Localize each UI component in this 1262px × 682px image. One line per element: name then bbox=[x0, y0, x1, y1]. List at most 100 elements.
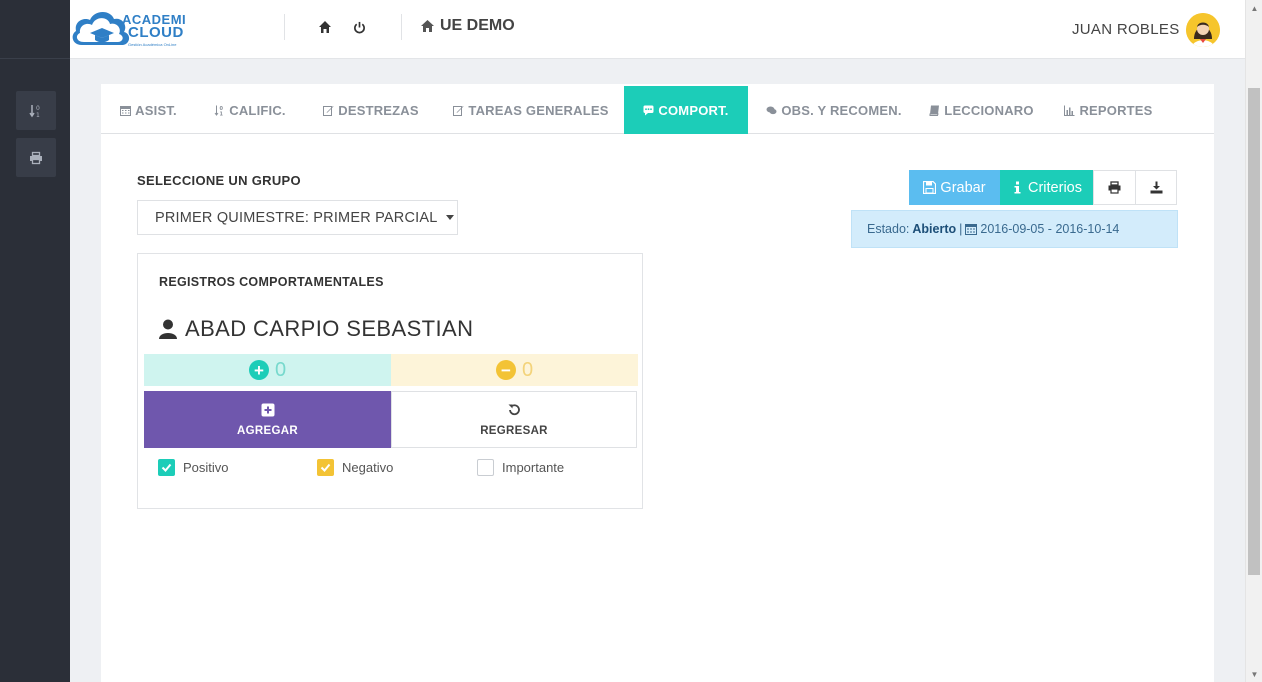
group-select-label: SELECCIONE UN GRUPO bbox=[137, 173, 301, 188]
action-toolbar: Grabar Criterios bbox=[909, 170, 1177, 205]
book-icon bbox=[929, 105, 940, 116]
tab-leccionario[interactable]: LECCIONARO bbox=[920, 86, 1043, 134]
info-icon bbox=[1014, 181, 1021, 194]
checkbox-importante[interactable]: Importante bbox=[477, 459, 564, 476]
checkbox-negativo[interactable]: Negativo bbox=[317, 459, 393, 476]
home-icon bbox=[319, 21, 331, 33]
svg-text:1: 1 bbox=[220, 111, 224, 116]
checkbox-label: Positivo bbox=[183, 460, 229, 475]
tab-label: COMPORT. bbox=[658, 102, 729, 118]
power-icon bbox=[353, 21, 365, 33]
edit-icon bbox=[323, 105, 334, 116]
tab-label: TAREAS GENERALES bbox=[468, 102, 609, 118]
scrollbar-thumb[interactable] bbox=[1248, 88, 1260, 575]
caret-down-icon bbox=[446, 215, 455, 220]
user-name[interactable]: JUAN ROBLES bbox=[1072, 21, 1180, 38]
undo-icon bbox=[508, 403, 520, 415]
sidebar-top bbox=[0, 0, 70, 59]
comments-icon bbox=[766, 106, 777, 114]
minus-circle-icon: − bbox=[495, 360, 516, 380]
sort-numeric-button[interactable]: 01 bbox=[16, 91, 56, 130]
comment-icon bbox=[643, 105, 654, 115]
scroll-up-arrow-icon[interactable]: ▲ bbox=[1246, 0, 1262, 16]
user-avatar[interactable] bbox=[1186, 13, 1220, 47]
plus-circle-icon: + bbox=[248, 360, 269, 380]
tab-tareas-generales[interactable]: TAREAS GENERALES bbox=[438, 86, 624, 134]
scroll-down-arrow-icon[interactable]: ▼ bbox=[1246, 666, 1262, 682]
tab-destrezas[interactable]: DESTREZAS bbox=[304, 86, 438, 134]
tab-comportamiento[interactable]: COMPORT. bbox=[624, 86, 748, 134]
negative-count-value: 0 bbox=[521, 358, 534, 381]
print-icon bbox=[1108, 181, 1121, 194]
tab-label: ASIST. bbox=[135, 102, 177, 118]
academicloud-logo[interactable]: ACADEMI CLOUD Gestión Académica OnLine bbox=[70, 5, 195, 51]
criteria-button[interactable]: Criterios bbox=[1000, 170, 1093, 205]
header-divider bbox=[401, 14, 402, 40]
status-banner: Estado: Abierto | 2016-09-05 - 2016-10-1… bbox=[851, 210, 1178, 248]
checkbox-unchecked[interactable] bbox=[477, 459, 494, 476]
status-value: Abierto bbox=[912, 222, 957, 236]
tab-label: REPORTES bbox=[1079, 102, 1153, 118]
save-button-label: Grabar bbox=[940, 179, 986, 196]
back-button-label: REGRESAR bbox=[480, 424, 548, 437]
tab-label: CALIFIC. bbox=[229, 102, 286, 118]
school-label: UE DEMO bbox=[440, 17, 515, 34]
save-button[interactable]: Grabar bbox=[909, 170, 1000, 205]
tab-label: LECCIONARO bbox=[944, 102, 1034, 118]
print-button[interactable] bbox=[1093, 170, 1135, 205]
avatar-icon bbox=[1186, 13, 1220, 47]
tab-reportes[interactable]: REPORTES bbox=[1043, 86, 1174, 134]
school-name[interactable]: UE DEMO bbox=[420, 17, 515, 35]
registros-title: REGISTROS COMPORTAMENTALES bbox=[159, 275, 384, 289]
print-button[interactable] bbox=[16, 138, 56, 177]
sort-numeric-icon: 01 bbox=[29, 104, 40, 118]
top-header: ACADEMI CLOUD Gestión Académica OnLine U… bbox=[70, 0, 1245, 59]
logo-text-cloud: CLOUD bbox=[128, 24, 184, 41]
positive-count-value: 0 bbox=[274, 358, 287, 381]
header-divider bbox=[284, 14, 285, 40]
checkbox-checked[interactable] bbox=[317, 459, 334, 476]
negative-count: − 0 bbox=[391, 354, 638, 386]
checkbox-positivo[interactable]: Positivo bbox=[158, 459, 229, 476]
tab-bar: ASIST. 01 CALIFIC. DESTREZAS TAREAS GENE… bbox=[101, 86, 1214, 134]
left-sidebar: 01 bbox=[0, 0, 70, 682]
add-button[interactable]: AGREGAR bbox=[144, 391, 391, 448]
registros-panel: REGISTROS COMPORTAMENTALES ABAD CARPIO S… bbox=[137, 253, 643, 509]
user-icon bbox=[159, 319, 177, 339]
home-icon bbox=[421, 20, 434, 32]
back-button[interactable]: REGRESAR bbox=[391, 391, 637, 448]
student-name: ABAD CARPIO SEBASTIAN bbox=[159, 316, 473, 342]
calendar-icon bbox=[120, 105, 132, 116]
tab-asistencia[interactable]: ASIST. bbox=[101, 86, 196, 134]
check-icon bbox=[320, 463, 331, 472]
download-icon bbox=[1150, 181, 1162, 194]
plus-square-icon bbox=[261, 403, 274, 416]
status-prefix: Estado: bbox=[867, 222, 910, 236]
group-select[interactable]: PRIMER QUIMESTRE: PRIMER PARCIAL bbox=[137, 200, 458, 235]
sort-numeric-icon: 01 bbox=[214, 105, 224, 116]
checkbox-label: Negativo bbox=[342, 460, 394, 475]
vertical-scrollbar[interactable]: ▲ ▼ bbox=[1245, 0, 1262, 682]
edit-icon bbox=[453, 105, 464, 116]
main-card: ASIST. 01 CALIFIC. DESTREZAS TAREAS GENE… bbox=[101, 84, 1214, 682]
tab-calificaciones[interactable]: 01 CALIFIC. bbox=[196, 86, 304, 134]
download-button[interactable] bbox=[1135, 170, 1177, 205]
save-icon bbox=[923, 181, 937, 194]
calendar-icon bbox=[965, 224, 978, 235]
checkbox-checked[interactable] bbox=[158, 459, 175, 476]
bar-chart-icon bbox=[1064, 105, 1075, 116]
student-name-label: ABAD CARPIO SEBASTIAN bbox=[185, 316, 474, 341]
checkbox-label: Importante bbox=[502, 460, 565, 475]
positive-count: + 0 bbox=[144, 354, 391, 386]
tab-label: OBS. Y RECOMEN. bbox=[781, 102, 902, 118]
svg-text:1: 1 bbox=[36, 112, 40, 118]
logo-tagline: Gestión Académica OnLine bbox=[128, 42, 177, 47]
criteria-button-label: Criterios bbox=[1028, 179, 1082, 196]
group-select-value: PRIMER QUIMESTRE: PRIMER PARCIAL bbox=[155, 209, 438, 226]
logout-button[interactable] bbox=[349, 17, 369, 37]
home-button[interactable] bbox=[315, 17, 335, 37]
status-separator: | bbox=[959, 222, 963, 236]
tab-observaciones[interactable]: OBS. Y RECOMEN. bbox=[748, 86, 920, 134]
status-dates: 2016-09-05 - 2016-10-14 bbox=[980, 222, 1120, 236]
check-icon bbox=[161, 463, 172, 472]
